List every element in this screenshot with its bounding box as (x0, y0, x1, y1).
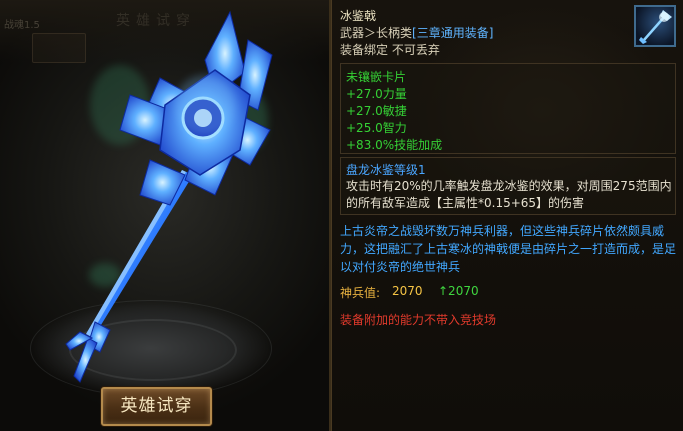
stat-strength: +27.0力量 (346, 87, 407, 101)
arena-warning: 装备附加的能力不带入竞技场 (340, 313, 497, 327)
weapon-preview-panel: 战魂1.5 英雄试穿 英雄试穿 (0, 0, 331, 431)
stat-agility: +27.0敏捷 (346, 104, 407, 118)
divine-power-label: 神兵值: (340, 286, 381, 300)
divine-power-row: 神兵值: 2070 ↑2070 (340, 284, 479, 301)
item-name: 冰鉴戟 (340, 9, 377, 23)
skill-title: 盘龙冰鉴等级1 (346, 163, 426, 177)
stat-intelligence: +25.0智力 (346, 121, 407, 135)
item-lore: 上古炎帝之战毁坏数万神兵利器，但这些神兵碎片依然颇具威力，这把融汇了上古寒冰的神… (340, 224, 677, 274)
ice-halberd-model (65, 10, 273, 383)
item-bind-status: 装备绑定 不可丢弃 (340, 43, 440, 57)
stats-box: 未镶嵌卡片 +27.0力量 +27.0敏捷 +25.0智力 +83.0%技能加成 (340, 63, 676, 154)
item-type-prefix: 武器＞长柄类 (340, 26, 413, 40)
divine-power-increase: ↑2070 (438, 284, 479, 298)
item-tooltip: 冰鉴戟 武器＞长柄类[三章通用装备] 装备绑定 不可丢弃 未镶嵌卡片 +27.0… (331, 0, 683, 431)
ice-halberd-icon (634, 5, 676, 47)
card-slot-status: 未镶嵌卡片 (346, 70, 407, 84)
ice-halberd-icon-graphic (639, 10, 672, 44)
stat-skill-bonus: +83.0%技能加成 (346, 138, 443, 152)
item-type: 武器＞长柄类[三章通用装备] (340, 24, 493, 41)
item-type-tag: [三章通用装备] (412, 26, 494, 40)
hero-try-on-button[interactable]: 英雄试穿 (101, 387, 212, 426)
divine-power-value: 2070 (392, 284, 423, 298)
skill-description: 攻击时有20%的几率触发盘龙冰鉴的效果，对周围275范围内的所有敌军造成【主属性… (346, 179, 672, 210)
skill-box: 盘龙冰鉴等级1 攻击时有20%的几率触发盘龙冰鉴的效果，对周围275范围内的所有… (340, 157, 676, 215)
